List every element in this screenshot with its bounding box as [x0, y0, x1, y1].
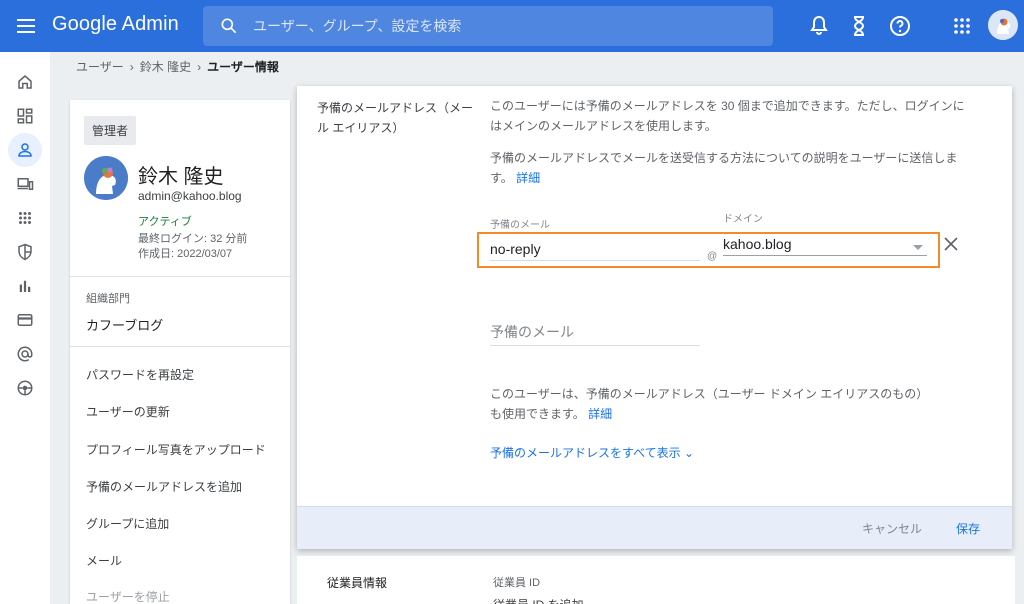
domain-alias-note: このユーザーは、予備のメールアドレス（ユーザー ドメイン エイリアスのもの）も使…	[490, 384, 930, 424]
domain-alias-note-text: このユーザーは、予備のメールアドレス（ユーザー ドメイン エイリアスのもの）も使…	[490, 387, 929, 421]
dashboard-icon[interactable]	[8, 99, 42, 133]
org-unit-value: カフーブログ	[86, 318, 164, 333]
chevron-right-icon: ›	[129, 59, 134, 74]
save-button[interactable]: 保存	[956, 520, 980, 537]
help-icon[interactable]	[888, 14, 912, 38]
chevron-right-icon: ›	[197, 59, 202, 74]
mail-action[interactable]: メール	[86, 552, 122, 569]
cancel-button[interactable]: キャンセル	[862, 520, 922, 537]
panel-footer: キャンセル 保存	[297, 506, 1012, 549]
search-icon[interactable]	[219, 16, 239, 36]
breadcrumb: ユーザー › 鈴木 隆史 › ユーザー情報	[76, 58, 279, 75]
devices-icon[interactable]	[8, 167, 42, 201]
security-icon[interactable]	[8, 235, 42, 269]
suspend-user-action[interactable]: ユーザーを停止	[86, 588, 170, 604]
top-app-bar: Google Admin	[0, 0, 1024, 52]
alias-instructions-text: 予備のメールアドレスでメールを送受信する方法についての説明をユーザーに送信します…	[490, 151, 958, 185]
user-summary-card: 管理者 鈴木 隆史 admin@kahoo.blog アクティブ 最終ログイン:…	[70, 100, 290, 604]
bell-icon[interactable]	[807, 14, 831, 38]
employee-info-label: 従業員情報	[327, 576, 388, 590]
domain-select[interactable]: kahoo.blog	[723, 232, 927, 256]
alias-field-label: 予備のメール	[490, 220, 550, 231]
account-icon[interactable]	[8, 337, 42, 371]
add-alias-action[interactable]: 予備のメールアドレスを追加	[86, 478, 242, 495]
upload-photo-action[interactable]: プロフィール写真をアップロード	[86, 441, 266, 458]
add-to-group-action[interactable]: グループに追加	[86, 515, 169, 532]
alias-input[interactable]	[490, 237, 700, 261]
user-avatar[interactable]	[84, 156, 128, 200]
alias-section-label: 予備のメールアドレス（メール エイリアス）	[317, 101, 474, 135]
home-icon[interactable]	[8, 65, 42, 99]
status-badge: アクティブ	[138, 216, 192, 228]
dropdown-arrow-icon	[913, 245, 923, 250]
breadcrumb-user[interactable]: 鈴木 隆史	[140, 58, 191, 75]
left-nav-rail	[0, 52, 50, 604]
org-unit-label: 組織部門	[86, 293, 130, 305]
details-link[interactable]: 詳細	[516, 171, 540, 185]
alias-edit-panel: 予備のメールアドレス（メール エイリアス） このユーザーには予備のメールアドレス…	[297, 86, 1012, 549]
alias-description: このユーザーには予備のメールアドレスを 30 個まで追加できます。ただし、ログイ…	[490, 99, 965, 133]
apps-grid-icon[interactable]	[950, 14, 974, 38]
search-input[interactable]	[253, 6, 753, 46]
app-title[interactable]: Google Admin	[52, 13, 179, 36]
details-link-2[interactable]: 詳細	[588, 407, 612, 421]
billing-icon[interactable]	[8, 303, 42, 337]
apps-icon[interactable]	[8, 201, 42, 235]
divider	[70, 346, 290, 347]
close-icon[interactable]	[943, 236, 959, 252]
reset-password-action[interactable]: パスワードを再設定	[86, 366, 194, 383]
breadcrumb-current: ユーザー情報	[207, 60, 279, 74]
menu-icon[interactable]	[14, 14, 38, 38]
add-employee-id[interactable]: 従業員 ID を追加	[493, 596, 584, 604]
show-all-aliases-link[interactable]: 予備のメールアドレスをすべて表示 ⌄	[490, 444, 694, 461]
update-user-action[interactable]: ユーザーの更新	[86, 403, 170, 420]
last-login: 最終ログイン: 32 分前	[138, 233, 248, 245]
rules-icon[interactable]	[8, 371, 42, 405]
new-alias-input[interactable]	[490, 318, 700, 346]
user-email: admin@kahoo.blog	[138, 189, 242, 203]
at-sign: @	[707, 251, 718, 262]
users-icon[interactable]	[8, 133, 42, 167]
chevron-down-icon: ⌄	[684, 446, 695, 460]
alias-instructions: 予備のメールアドレスでメールを送受信する方法についての説明をユーザーに送信します…	[490, 148, 970, 188]
reports-icon[interactable]	[8, 269, 42, 303]
employee-id-label: 従業員 ID	[493, 577, 541, 589]
domain-select-value: kahoo.blog	[723, 236, 792, 252]
domain-field-label: ドメイン	[723, 214, 763, 225]
breadcrumb-users[interactable]: ユーザー	[76, 58, 124, 75]
account-avatar[interactable]	[988, 10, 1018, 40]
hourglass-icon[interactable]	[847, 14, 871, 38]
show-all-aliases-label: 予備のメールアドレスをすべて表示	[490, 446, 681, 460]
employee-info-section: 従業員情報 従業員 ID 従業員 ID を追加	[297, 556, 1015, 604]
created-date: 作成日: 2022/03/07	[138, 248, 233, 260]
search-box[interactable]	[203, 6, 773, 46]
user-name: 鈴木 隆史	[138, 166, 224, 188]
divider	[70, 276, 290, 277]
role-badge: 管理者	[84, 116, 137, 145]
